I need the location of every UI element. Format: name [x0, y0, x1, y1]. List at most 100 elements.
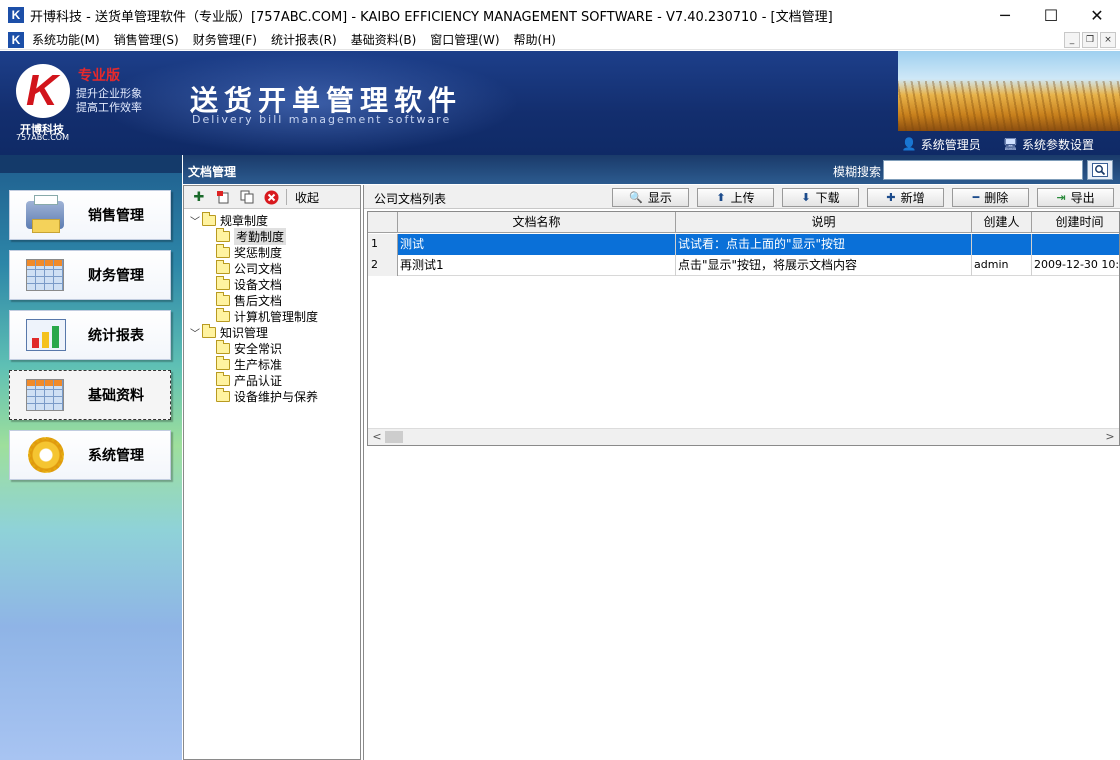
menu-finance[interactable]: 财务管理(F) [193, 31, 257, 48]
list-caption: 公司文档列表 [374, 192, 447, 206]
export-button-label: 导出 [1070, 191, 1095, 205]
delete-icon[interactable] [262, 188, 280, 206]
scroll-right-icon[interactable]: > [1103, 430, 1117, 444]
cell-creator[interactable] [972, 234, 1032, 255]
chevron-down-icon[interactable]: ﹀ [188, 213, 202, 228]
search-button[interactable] [1087, 160, 1113, 180]
wheat-stalks [898, 81, 1120, 131]
tree-toolbar: ✚ 收起 [184, 186, 360, 209]
window-title: 开博科技 - 送货单管理软件（专业版）[757ABC.COM] - KAIBO … [30, 9, 833, 25]
tree-item-label: 生产标准 [234, 357, 283, 372]
nav-finance[interactable]: 财务管理 [9, 250, 171, 300]
folder-icon [216, 387, 230, 402]
gear-icon [22, 435, 66, 475]
tree-item[interactable]: 设备维护与保养 [188, 387, 358, 404]
copy-icon[interactable] [238, 188, 256, 206]
tree-item[interactable]: 设备文档 [188, 275, 358, 292]
cell-name[interactable]: 测试 [398, 234, 676, 255]
tree-item[interactable]: 奖惩制度 [188, 243, 358, 260]
folder-icon [202, 211, 216, 226]
tree-item[interactable]: 售后文档 [188, 291, 358, 308]
folder-icon [216, 339, 230, 354]
add-button-label: 新增 [900, 191, 925, 205]
cell-created[interactable]: 2009-12-30 10:4 [1032, 255, 1119, 276]
tree-group[interactable]: ﹀ 规章制度 [188, 211, 358, 228]
tree-item-label: 安全常识 [234, 341, 283, 356]
row-index: 1 [368, 234, 398, 255]
minimize-icon[interactable]: ─ [982, 0, 1028, 30]
tree-item[interactable]: 公司文档 [188, 259, 358, 276]
banner: K 专业版 提升企业形象 提高工作效率 开博科技 757ABC.COM 送货开单… [0, 51, 1120, 155]
chevron-down-icon[interactable]: ﹀ [188, 325, 202, 340]
mdi-restore-icon[interactable]: ❐ [1082, 32, 1098, 48]
maximize-icon[interactable]: ☐ [1028, 0, 1074, 30]
column-header-creator[interactable]: 创建人 [972, 212, 1032, 233]
folder-icon [216, 275, 230, 290]
nav-system[interactable]: 系统管理 [9, 430, 171, 480]
tree-item[interactable]: 生产标准 [188, 355, 358, 372]
tree-item[interactable]: 安全常识 [188, 339, 358, 356]
search-icon [1092, 163, 1108, 177]
scroll-thumb[interactable] [385, 431, 403, 443]
add-icon[interactable]: ✚ [190, 188, 208, 206]
column-header-index [368, 212, 398, 233]
tree-item[interactable]: 产品认证 [188, 371, 358, 388]
collapse-button[interactable]: 收起 [295, 189, 319, 206]
menu-basic-data[interactable]: 基础资料(B) [351, 31, 417, 48]
table-row[interactable]: 2 再测试1 点击"显示"按钮，将展示文档内容 admin 2009-12-30… [368, 255, 1119, 276]
list-toolbar: 公司文档列表 🔍 显示 ⬆ 上传 ⬇ 下载 ✚ 新增 ━ 删除 ⇥ 导出 [364, 185, 1120, 209]
mdi-controls: _ ❐ × [1064, 32, 1116, 48]
menu-help[interactable]: 帮助(H) [514, 31, 556, 48]
tree-item-label: 公司文档 [234, 261, 283, 276]
column-header-description[interactable]: 说明 [676, 212, 972, 233]
nav-reports[interactable]: 统计报表 [9, 310, 171, 360]
tree-item[interactable]: 计算机管理制度 [188, 307, 358, 324]
delete-button[interactable]: ━ 删除 [952, 188, 1029, 207]
folder-tree: ﹀ 规章制度 考勤制度 奖惩制度 公司文档 设备文档 售后文档 计算机管理制度 [188, 211, 358, 404]
wheat-field-image [898, 51, 1120, 131]
arrow-up-icon: ⬆ [716, 191, 726, 204]
nav-basic-data[interactable]: 基础资料 [9, 370, 171, 420]
tree-item[interactable]: 考勤制度 [188, 227, 358, 245]
show-button[interactable]: 🔍 显示 [612, 188, 689, 207]
cell-description[interactable]: 试试看：点击上面的"显示"按钮 [676, 234, 972, 255]
cell-description[interactable]: 点击"显示"按钮，将展示文档内容 [676, 255, 972, 276]
show-button-label: 显示 [647, 191, 672, 205]
menu-window[interactable]: 窗口管理(W) [430, 31, 499, 48]
mdi-minimize-icon[interactable]: _ [1064, 32, 1080, 48]
plus-icon: ✚ [886, 191, 896, 204]
mdi-app-icon[interactable]: K [8, 31, 24, 48]
table-icon [22, 375, 66, 415]
bar-chart-icon [22, 315, 66, 355]
mdi-close-icon[interactable]: × [1100, 32, 1116, 48]
cell-created[interactable] [1032, 234, 1119, 255]
monitor-icon: 🖥 [1002, 137, 1018, 151]
table-row[interactable]: 1 测试 试试看：点击上面的"显示"按钮 [368, 234, 1119, 255]
sidebar-top-band [0, 155, 182, 173]
add-button[interactable]: ✚ 新增 [867, 188, 944, 207]
logo-site: 757ABC.COM [16, 133, 70, 142]
cell-name[interactable]: 再测试1 [398, 255, 676, 276]
settings-link[interactable]: 🖥 系统参数设置 [1003, 136, 1094, 153]
row-index: 2 [368, 255, 398, 276]
horizontal-scrollbar[interactable]: < > [368, 428, 1119, 445]
close-icon[interactable]: ✕ [1074, 0, 1120, 30]
menu-reports[interactable]: 统计报表(R) [271, 31, 337, 48]
user-link[interactable]: 👤 系统管理员 [902, 136, 981, 153]
minus-icon: ━ [972, 191, 980, 204]
menu-system[interactable]: 系统功能(M) [32, 31, 100, 48]
new-folder-icon[interactable] [214, 188, 232, 206]
cell-creator[interactable]: admin [972, 255, 1032, 276]
upload-button[interactable]: ⬆ 上传 [697, 188, 774, 207]
magnifier-doc-icon: 🔍 [629, 191, 643, 204]
tree-group[interactable]: ﹀ 知识管理 [188, 323, 358, 340]
nav-sales[interactable]: 销售管理 [9, 190, 171, 240]
scroll-left-icon[interactable]: < [370, 430, 384, 444]
menu-sales[interactable]: 销售管理(S) [114, 31, 179, 48]
column-header-name[interactable]: 文档名称 [398, 212, 676, 233]
download-button[interactable]: ⬇ 下载 [782, 188, 859, 207]
column-header-created[interactable]: 创建时间 [1032, 212, 1119, 233]
folder-tree-pane: ✚ 收起 ﹀ 规章制度 考勤制度 奖惩制度 公司文档 设备文档 售后文档 计算机… [183, 185, 361, 760]
export-button[interactable]: ⇥ 导出 [1037, 188, 1114, 207]
search-input[interactable] [883, 160, 1083, 180]
